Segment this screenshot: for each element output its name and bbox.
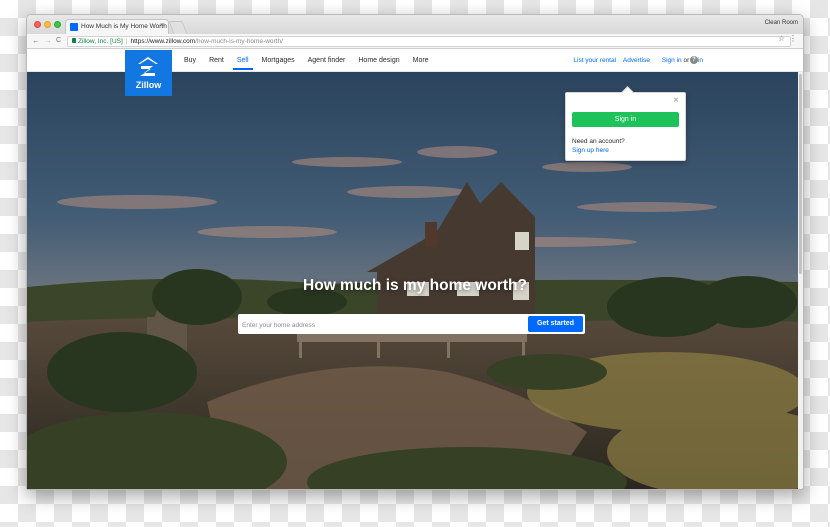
browser-toolbar: ← → C Zillow, Inc. [US] | https://www.zill… <box>27 34 803 49</box>
back-arrow-icon[interactable]: ← <box>32 36 40 46</box>
logo-wordmark: Zillow <box>135 80 162 90</box>
tab-bar: How Much is My Home Worth × Clean Room <box>27 15 803 34</box>
nav-agent-finder[interactable]: Agent finder <box>308 57 346 64</box>
popover-sign-in-button[interactable]: Sign in <box>572 112 679 127</box>
scrollbar-thumb[interactable] <box>799 74 802 274</box>
sign-in-popover: × Sign in Need an account? Sign up here <box>565 92 686 161</box>
get-started-button[interactable]: Get started <box>528 316 583 332</box>
tab-close-icon[interactable]: × <box>160 22 164 29</box>
reload-icon[interactable]: C <box>56 36 61 46</box>
home-address-input[interactable] <box>238 315 518 336</box>
minimize-window-button[interactable] <box>44 21 51 28</box>
secure-site-label: Zillow, Inc. [US] <box>78 38 123 45</box>
sign-in-link[interactable]: Sign in <box>662 57 682 64</box>
browser-tab[interactable]: How Much is My Home Worth × <box>65 19 169 34</box>
page-headline: How much is my home worth? <box>303 277 527 294</box>
close-window-button[interactable] <box>34 21 41 28</box>
url-path: /how-much-is-my-home-worth/ <box>195 38 283 45</box>
list-rental-link[interactable]: List your rental <box>573 57 616 64</box>
nav-mortgages[interactable]: Mortgages <box>262 57 295 64</box>
zillow-favicon-icon <box>70 23 78 31</box>
new-tab-button[interactable] <box>168 21 188 34</box>
lock-icon <box>72 38 76 43</box>
browser-menu-icon[interactable]: ⋮ <box>789 34 797 43</box>
browser-window: How Much is My Home Worth × Clean Room ←… <box>26 14 804 490</box>
popover-close-icon[interactable]: × <box>673 96 679 106</box>
main-nav: Buy Rent Sell Mortgages Agent finder Hom… <box>184 57 442 70</box>
address-search-box: Get started <box>238 314 585 336</box>
sign-up-link[interactable]: Sign up here <box>572 147 609 154</box>
address-separator: | <box>125 38 128 45</box>
profile-name[interactable]: Clean Room <box>765 20 798 26</box>
address-bar[interactable]: Zillow, Inc. [US] | https://www.zillow.com… <box>67 36 791 47</box>
zoom-window-button[interactable] <box>54 21 61 28</box>
nav-home-design[interactable]: Home design <box>358 57 399 64</box>
nav-rent[interactable]: Rent <box>209 57 224 64</box>
advertise-link[interactable]: Advertise <box>623 57 650 64</box>
zillow-house-icon <box>138 57 158 76</box>
zillow-logo[interactable]: Zillow <box>125 50 172 96</box>
nav-sell[interactable]: Sell <box>232 57 253 70</box>
nav-buy[interactable]: Buy <box>184 57 196 64</box>
nav-more[interactable]: More <box>413 57 429 64</box>
help-icon[interactable]: ? <box>690 56 698 64</box>
web-page: Buy Rent Sell Mortgages Agent finder Hom… <box>27 50 803 489</box>
tab-title: How Much is My Home Worth <box>81 23 167 30</box>
utility-nav: List your rental Advertise Sign in or Jo… <box>573 57 703 64</box>
page-scrollbar[interactable] <box>798 72 803 489</box>
bookmark-star-icon[interactable]: ☆ <box>778 34 785 43</box>
forward-arrow-icon[interactable]: → <box>44 36 52 46</box>
url-host: https://www.zillow.com <box>130 38 196 45</box>
need-account-text: Need an account? <box>572 138 625 145</box>
or-text: or <box>683 57 690 64</box>
hero-section: How much is my home worth? Get started <box>27 72 803 489</box>
